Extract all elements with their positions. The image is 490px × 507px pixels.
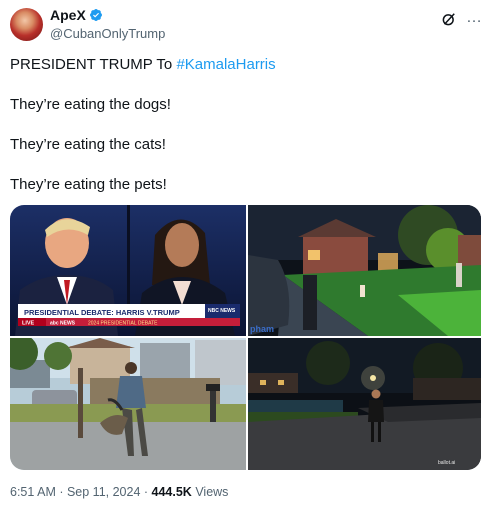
debate-banner-text: PRESIDENTIAL DEBATE: HARRIS V.TRUMP bbox=[24, 308, 180, 317]
night-woman-photo-art: ballot.ai bbox=[248, 338, 481, 470]
media-grid: PRESIDENTIAL DEBATE: HARRIS V.TRUMP NBC … bbox=[10, 205, 481, 470]
views-count: 444.5K bbox=[151, 485, 192, 499]
views-label: Views bbox=[191, 485, 229, 499]
tweet-line-4: They’re eating the pets! bbox=[10, 176, 167, 193]
year-label: 2024 PRESIDENTIAL DEBATE bbox=[88, 321, 158, 327]
abc-news-label: abc NEWS bbox=[50, 321, 76, 327]
tweet-meta: 6:51 AM · Sep 11, 2024 · 444.5K Views bbox=[10, 485, 228, 499]
debate-photo-art: PRESIDENTIAL DEBATE: HARRIS V.TRUMP NBC … bbox=[10, 205, 246, 336]
hashtag-link[interactable]: #KamalaHarris bbox=[176, 56, 275, 73]
tweet-line-2: They’re eating the dogs! bbox=[10, 96, 171, 113]
tweet-line-1: PRESIDENT TRUMP To #KamalaHarris bbox=[10, 56, 276, 73]
live-tag: LIVE bbox=[22, 321, 35, 327]
street-man-photo-art bbox=[10, 338, 246, 470]
author-name-row[interactable]: ApeX bbox=[50, 7, 103, 23]
author-avatar[interactable] bbox=[10, 8, 43, 41]
tweet-timestamp[interactable]: 6:51 AM · Sep 11, 2024 · bbox=[10, 485, 152, 499]
photo4-credit-text: ballot.ai bbox=[438, 460, 455, 466]
network-label: NBC NEWS bbox=[208, 308, 236, 314]
verified-badge-icon bbox=[89, 9, 102, 21]
author-handle[interactable]: @CubanOnlyTrump bbox=[50, 26, 165, 41]
media-photo-night-woman[interactable]: ballot.ai bbox=[248, 338, 481, 470]
media-photo-street-man[interactable] bbox=[10, 338, 246, 470]
media-photo-debate[interactable]: PRESIDENTIAL DEBATE: HARRIS V.TRUMP NBC … bbox=[10, 205, 246, 336]
more-options-icon[interactable]: … bbox=[466, 9, 483, 27]
author-name[interactable]: ApeX bbox=[50, 7, 86, 23]
photo2-overlay-text: pham bbox=[250, 324, 274, 334]
tweet-line-3: They’re eating the cats! bbox=[10, 136, 166, 153]
media-photo-night-street[interactable]: pham bbox=[248, 205, 481, 336]
grok-icon[interactable] bbox=[440, 10, 458, 28]
night-street-photo-art: pham bbox=[248, 205, 481, 336]
tweet-line-1-text: PRESIDENT TRUMP To bbox=[10, 56, 177, 73]
